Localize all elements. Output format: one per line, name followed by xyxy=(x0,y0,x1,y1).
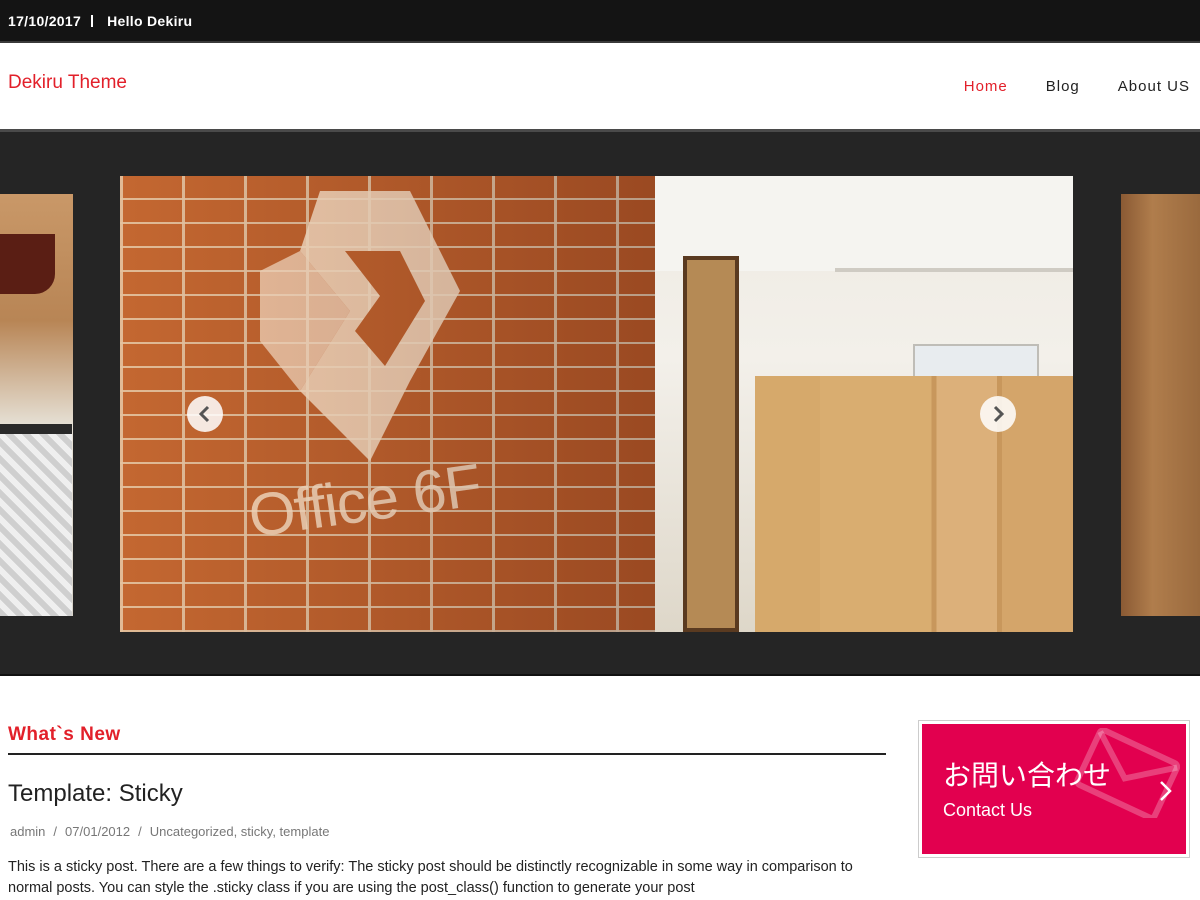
light-track xyxy=(835,268,1073,272)
contact-banner-inner: お問い合わせ Contact Us xyxy=(922,724,1186,854)
divider xyxy=(91,14,94,27)
nav-home[interactable]: Home xyxy=(964,78,1008,95)
top-bar: 17/10/2017 Hello Dekiru xyxy=(0,0,1200,43)
contact-us-banner[interactable]: お問い合わせ Contact Us xyxy=(918,720,1190,858)
slider-prev-button[interactable] xyxy=(187,396,223,432)
post-author-link[interactable]: admin xyxy=(10,824,45,839)
current-date: 17/10/2017 xyxy=(8,12,82,29)
nav-about-us[interactable]: About US xyxy=(1118,78,1190,95)
chevron-left-icon xyxy=(198,405,210,423)
next-slide-preview[interactable] xyxy=(1121,194,1200,616)
site-title-link[interactable]: Dekiru Theme xyxy=(8,72,127,94)
laptop-image xyxy=(0,424,72,616)
coffee-cup-image xyxy=(0,234,55,294)
main-column: What`s New Template: Sticky admin / 07/01/… xyxy=(8,676,886,899)
post-categories-links[interactable]: Uncategorized, sticky, template xyxy=(150,824,330,839)
wooden-door xyxy=(683,256,739,632)
previous-slide-preview[interactable] xyxy=(0,194,73,616)
wall-sign-text: Office 6F xyxy=(244,451,485,550)
greeting-text: Hello Dekiru xyxy=(107,12,193,29)
office-logo-mark xyxy=(260,191,460,461)
nav-blog[interactable]: Blog xyxy=(1046,78,1080,95)
contact-japanese-label: お問い合わせ xyxy=(943,760,1112,791)
post-meta: admin / 07/01/2012 / Uncategorized, sticky, … xyxy=(8,824,886,839)
post-excerpt: This is a sticky post. There are a few t… xyxy=(8,859,853,896)
site-header: Dekiru Theme Home Blog About US xyxy=(0,43,1200,132)
page-content: What`s New Template: Sticky admin / 07/01/… xyxy=(0,676,1200,899)
main-nav: Home Blog About US xyxy=(926,78,1190,95)
chevron-right-icon xyxy=(1160,781,1172,801)
post-title[interactable]: Template: Sticky xyxy=(8,780,886,808)
current-slide: Office 6F xyxy=(120,176,1073,632)
chevron-right-icon xyxy=(993,405,1005,423)
contact-english-label: Contact Us xyxy=(943,800,1033,820)
image-slider: Office 6F xyxy=(0,132,1200,676)
section-title: What`s New xyxy=(8,724,886,755)
meta-separator: / xyxy=(138,824,142,839)
post-date: 07/01/2012 xyxy=(65,824,131,839)
slider-next-button[interactable] xyxy=(980,396,1016,432)
plywood-partition xyxy=(820,376,1073,632)
meta-separator: / xyxy=(53,824,58,839)
plywood-wall xyxy=(755,376,821,632)
sidebar: お問い合わせ Contact Us xyxy=(918,720,1190,899)
